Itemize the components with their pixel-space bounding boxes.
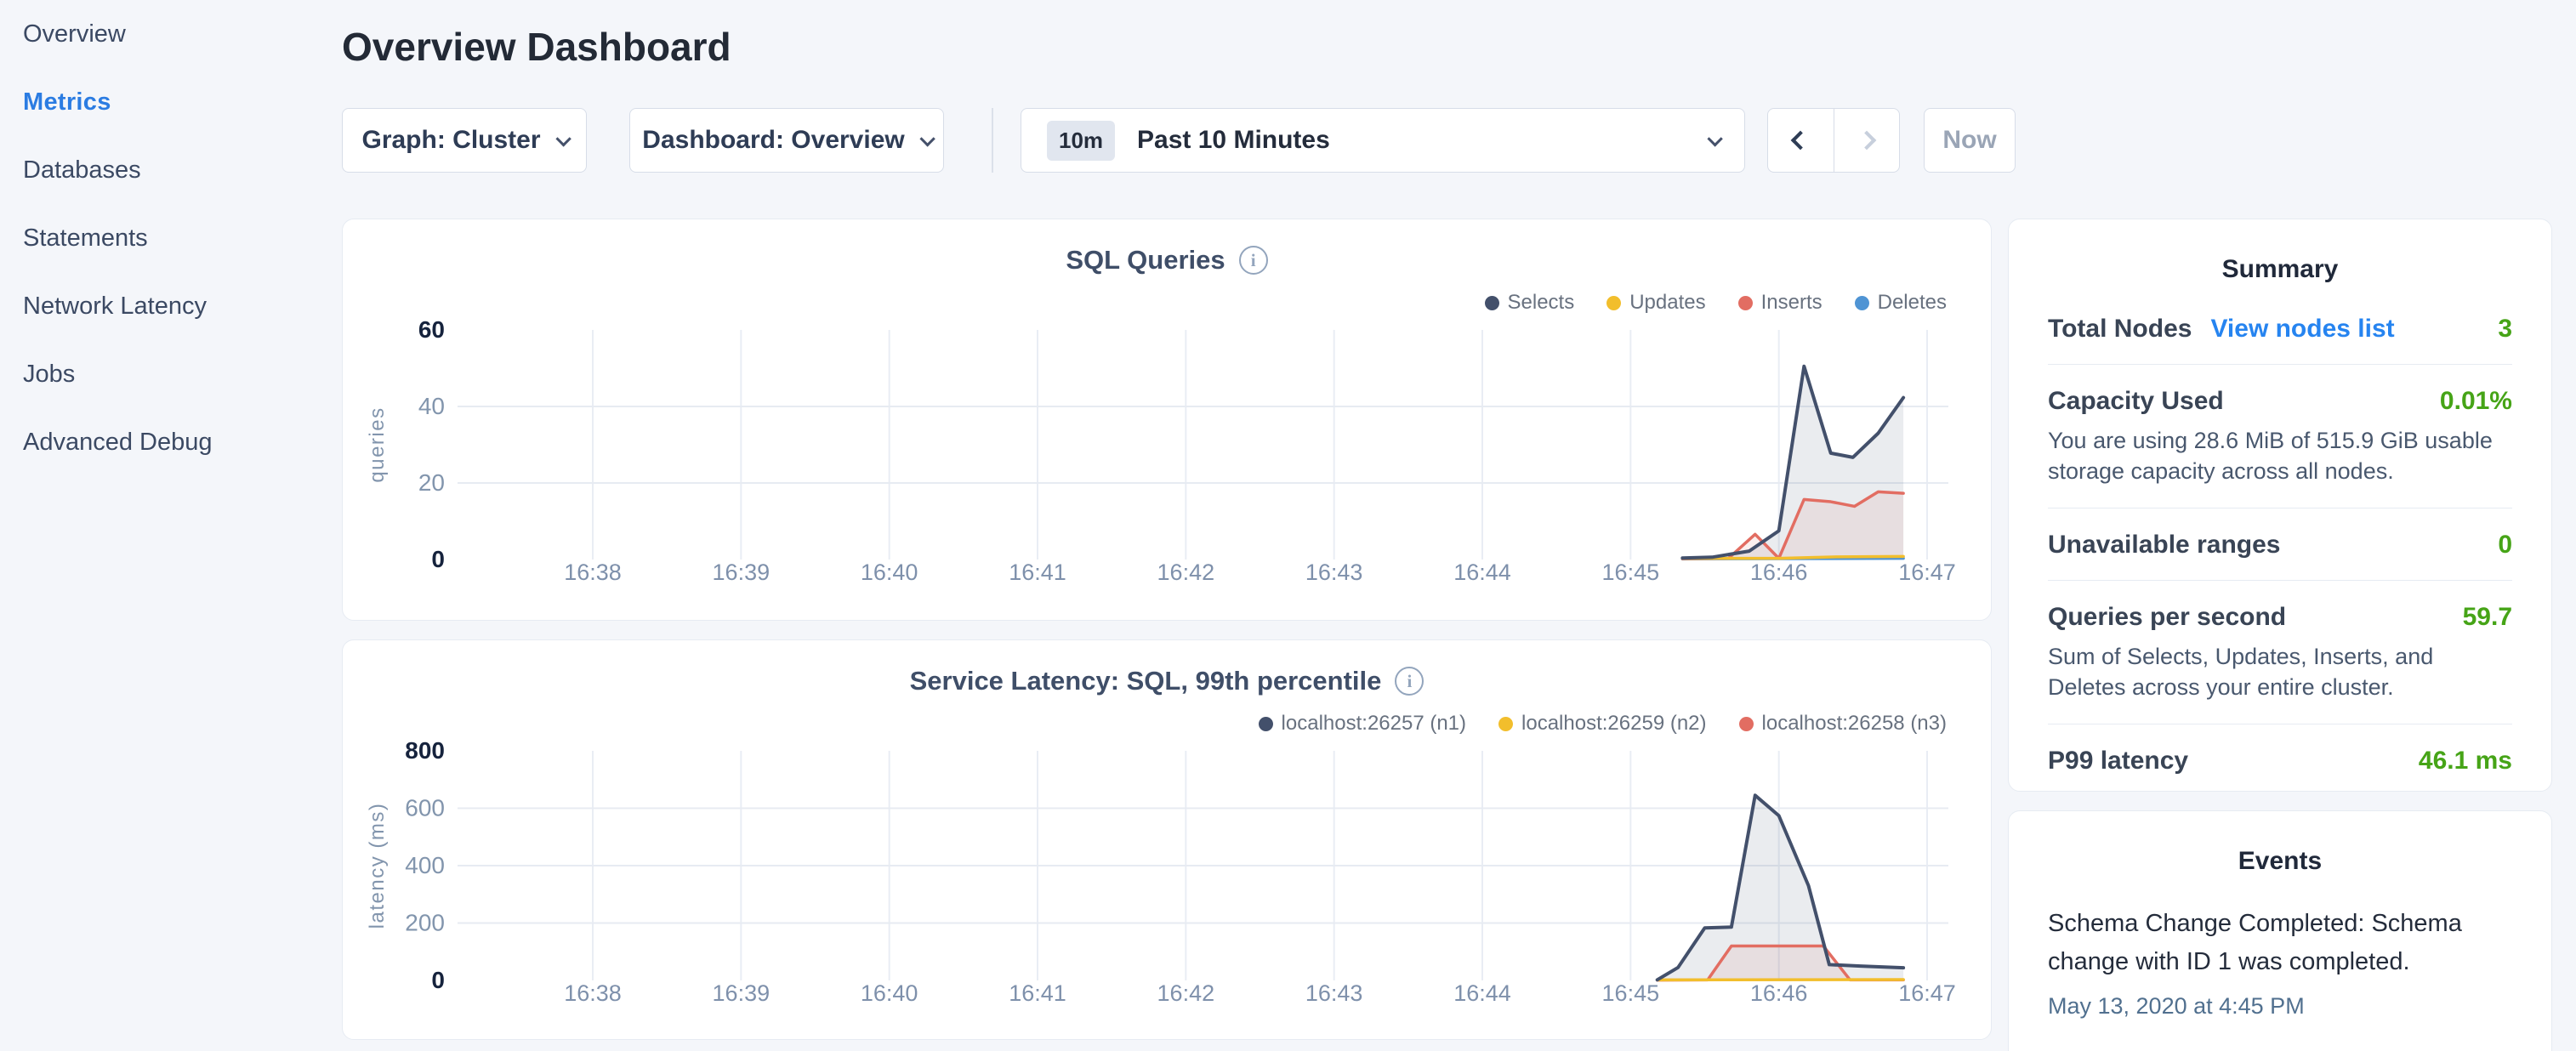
time-range-dropdown[interactable]: 10m Past 10 Minutes — [1021, 108, 1745, 173]
sidebar-item-jobs[interactable]: Jobs — [0, 340, 340, 408]
summary-label: Unavailable ranges — [2048, 531, 2280, 560]
sidebar-item-databases[interactable]: Databases — [0, 136, 340, 204]
event-text: Schema Change Completed: Schema change w… — [2048, 905, 2517, 981]
events-panel: Events Schema Change Completed: Schema c… — [2008, 810, 2552, 1051]
svg-text:16:46: 16:46 — [1750, 560, 1808, 585]
service-latency-chart-card: Service Latency: SQL, 99th percentile i … — [342, 639, 1992, 1040]
sql-queries-chart[interactable]: 16:38 16:39 16:40 16:41 16:42 16:43 16:44 16:45… — [343, 219, 1993, 622]
svg-text:16:43: 16:43 — [1305, 560, 1363, 585]
svg-text:16:42: 16:42 — [1157, 560, 1215, 585]
chevron-left-icon — [1791, 131, 1811, 151]
summary-row: Unavailable ranges 0 — [2048, 508, 2512, 580]
summary-row: Capacity Used 0.01% You are using 28.6 MiB… — [2048, 364, 2512, 508]
summary-value: 3 — [2498, 315, 2512, 344]
svg-text:0: 0 — [431, 967, 445, 993]
svg-text:16:45: 16:45 — [1602, 560, 1660, 585]
dashboard-dropdown-label: Dashboard: Overview — [642, 126, 904, 155]
chevron-down-icon — [1707, 131, 1722, 146]
summary-row: P99 latency 46.1 ms — [2048, 724, 2512, 796]
summary-rows: Total Nodes View nodes list 3 Capacity Used… — [2048, 293, 2512, 796]
svg-text:16:41: 16:41 — [1009, 980, 1066, 1006]
svg-text:16:44: 16:44 — [1453, 560, 1511, 585]
svg-text:16:40: 16:40 — [861, 560, 918, 585]
summary-value: 46.1 ms — [2419, 747, 2512, 775]
sidebar-item-statements[interactable]: Statements — [0, 204, 340, 272]
summary-row: Total Nodes View nodes list 3 — [2048, 293, 2512, 364]
svg-text:16:38: 16:38 — [564, 560, 622, 585]
svg-text:16:43: 16:43 — [1305, 980, 1363, 1006]
sidebar-item-metrics[interactable]: Metrics — [0, 68, 340, 136]
svg-text:600: 600 — [405, 795, 445, 821]
svg-text:200: 200 — [405, 910, 445, 936]
svg-text:queries: queries — [366, 406, 389, 482]
svg-text:400: 400 — [405, 852, 445, 878]
summary-label: P99 latency — [2048, 747, 2188, 775]
summary-value: 0 — [2498, 531, 2512, 560]
summary-value: 0.01% — [2440, 387, 2512, 416]
svg-text:16:42: 16:42 — [1157, 980, 1215, 1006]
summary-value: 59.7 — [2463, 603, 2512, 632]
sql-queries-chart-card: SQL Queries i SelectsUpdatesInsertsDelet… — [342, 219, 1992, 621]
chevron-right-icon — [1857, 131, 1876, 151]
page-title: Overview Dashboard — [342, 24, 731, 70]
chevron-down-icon — [919, 131, 935, 146]
graph-dropdown[interactable]: Graph: Cluster — [342, 108, 587, 173]
svg-text:16:38: 16:38 — [564, 980, 622, 1006]
svg-text:16:39: 16:39 — [713, 560, 771, 585]
svg-text:60: 60 — [418, 316, 445, 343]
time-range-label: Past 10 Minutes — [1137, 126, 1330, 155]
now-button[interactable]: Now — [1924, 108, 2016, 173]
chevron-down-icon — [555, 131, 571, 146]
summary-desc: Sum of Selects, Updates, Inserts, and De… — [2048, 642, 2512, 703]
summary-panel: Summary Total Nodes View nodes list 3 Capac… — [2008, 219, 2552, 792]
events-title: Events — [2009, 847, 2551, 876]
time-step-buttons — [1767, 108, 1900, 173]
time-next-button[interactable] — [1834, 109, 1900, 172]
sidebar-item-overview[interactable]: Overview — [0, 0, 340, 68]
svg-text:16:44: 16:44 — [1453, 980, 1511, 1006]
event-timestamp: May 13, 2020 at 4:45 PM — [2048, 993, 2517, 1020]
view-nodes-list-link[interactable]: View nodes list — [2210, 315, 2394, 344]
svg-text:40: 40 — [418, 393, 445, 419]
events-list: Schema Change Completed: Schema change w… — [2048, 905, 2517, 1020]
svg-text:16:46: 16:46 — [1750, 980, 1808, 1006]
graph-dropdown-label: Graph: Cluster — [361, 126, 540, 155]
time-range-badge: 10m — [1047, 121, 1115, 161]
service-latency-chart[interactable]: 16:38 16:39 16:40 16:41 16:42 16:43 16:44 16:45… — [343, 640, 1993, 1041]
summary-label: Capacity Used — [2048, 387, 2224, 416]
svg-text:16:47: 16:47 — [1898, 560, 1956, 585]
svg-text:16:39: 16:39 — [713, 980, 771, 1006]
svg-text:16:45: 16:45 — [1602, 980, 1660, 1006]
summary-desc: You are using 28.6 MiB of 515.9 GiB usab… — [2048, 426, 2512, 487]
summary-label: Queries per second — [2048, 603, 2286, 632]
svg-text:20: 20 — [418, 469, 445, 496]
sidebar-item-advanced-debug[interactable]: Advanced Debug — [0, 408, 340, 476]
summary-title: Summary — [2009, 255, 2551, 284]
svg-text:latency (ms): latency (ms) — [366, 803, 389, 929]
svg-text:0: 0 — [431, 546, 445, 572]
time-prev-button[interactable] — [1768, 109, 1834, 172]
svg-text:16:41: 16:41 — [1009, 560, 1066, 585]
toolbar-divider — [992, 108, 993, 173]
overview-dashboard-page: OverviewMetricsDatabasesStatementsNetwor… — [0, 0, 2576, 1051]
svg-text:16:47: 16:47 — [1898, 980, 1956, 1006]
sidebar: OverviewMetricsDatabasesStatementsNetwor… — [0, 0, 340, 476]
summary-label: Total Nodes — [2048, 315, 2192, 344]
svg-text:800: 800 — [405, 737, 445, 764]
summary-row: Queries per second 59.7 Sum of Selects, Up… — [2048, 580, 2512, 724]
dashboard-dropdown[interactable]: Dashboard: Overview — [629, 108, 944, 173]
svg-text:16:40: 16:40 — [861, 980, 918, 1006]
sidebar-item-network-latency[interactable]: Network Latency — [0, 272, 340, 340]
